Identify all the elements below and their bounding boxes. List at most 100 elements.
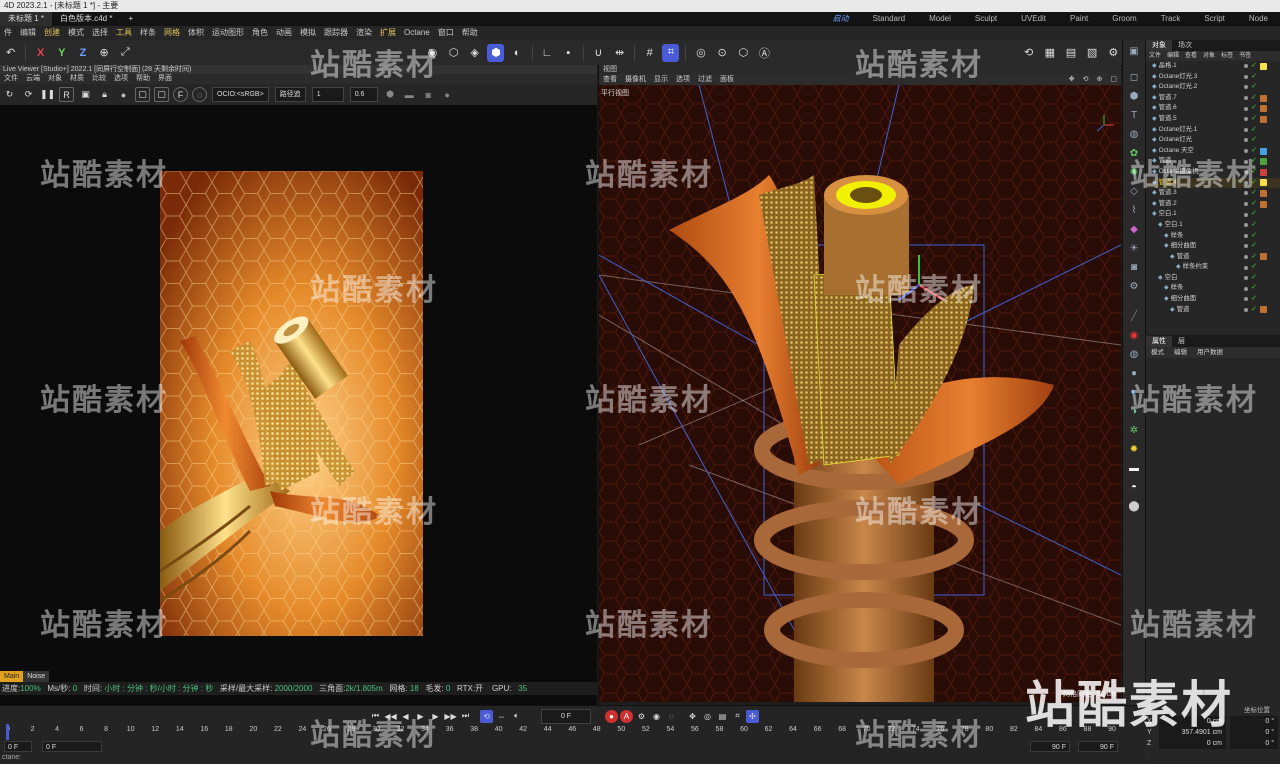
octane-area-light-icon[interactable]: ▬ xyxy=(1126,460,1142,476)
key-move-icon[interactable]: ✥ xyxy=(686,710,699,723)
pause-render-icon[interactable]: ❚❚ xyxy=(40,87,55,102)
coord-z-rotation[interactable]: 0 ° xyxy=(1229,738,1278,749)
go-to-end-icon[interactable]: ⏭ xyxy=(459,710,472,723)
octane-env-icon[interactable]: ◑ xyxy=(1126,403,1142,419)
coordinate-system-icon[interactable]: ⊕ xyxy=(96,44,113,62)
save-image-icon[interactable]: ▬ xyxy=(402,87,417,102)
am-menu-mode[interactable]: 模式 xyxy=(1146,347,1169,358)
object-row[interactable]: ◆ Octane 天空 ✓ xyxy=(1146,146,1280,157)
enable-check-icon[interactable]: ✓ xyxy=(1250,146,1258,157)
octane-scatter-icon[interactable]: ✲ xyxy=(1126,422,1142,438)
layout-tab-uvedit[interactable]: UVEdit xyxy=(1009,12,1058,26)
object-row[interactable]: ◆ 空白.1 ✓ xyxy=(1146,220,1280,231)
menu-octane[interactable]: Octane xyxy=(400,26,434,40)
object-row[interactable]: ◆ 管道 ✓ xyxy=(1146,305,1280,316)
key-position-icon[interactable]: ◉ xyxy=(650,710,663,723)
octane-settings-icon[interactable]: ⬡ xyxy=(735,44,752,62)
playhead[interactable] xyxy=(6,724,9,740)
enable-check-icon[interactable]: ✓ xyxy=(1250,135,1258,146)
object-row[interactable]: ◆ Octane灯光.2 ✓ xyxy=(1146,82,1280,93)
lv-menu-cloud[interactable]: 云端 xyxy=(22,74,44,84)
enable-check-icon[interactable]: ✓ xyxy=(1250,294,1258,305)
menu-mograph[interactable]: 运动图形 xyxy=(208,26,248,40)
octane-sphere-icon[interactable]: ● xyxy=(1126,365,1142,381)
object-row[interactable]: ◆ 管道.6 ✓ xyxy=(1146,103,1280,114)
send-scene-icon[interactable]: ↻ xyxy=(2,87,17,102)
layout-tab-node[interactable]: Node xyxy=(1237,12,1280,26)
undo-icon[interactable]: ↶ xyxy=(2,44,19,62)
lv-menu-objects[interactable]: 对象 xyxy=(44,74,66,84)
visibility-dot-icon[interactable] xyxy=(1244,85,1248,90)
octane-spotlight-icon[interactable]: ◓ xyxy=(1126,479,1142,495)
menu-create[interactable]: 创建 xyxy=(40,26,64,40)
om-menu-object[interactable]: 对象 xyxy=(1200,51,1218,61)
visibility-dot-icon[interactable] xyxy=(1244,159,1248,164)
vp-menu-display[interactable]: 显示 xyxy=(650,74,672,85)
visibility-dot-icon[interactable] xyxy=(1244,180,1248,185)
tab-attributes[interactable]: 属性 xyxy=(1146,336,1172,347)
visibility-dot-icon[interactable] xyxy=(1244,233,1248,238)
edit-render-settings-icon[interactable]: ⚙ xyxy=(1105,44,1122,62)
snapshot-icon[interactable]: ⬢ xyxy=(383,87,398,102)
object-row[interactable]: ◆ 空白 ✓ xyxy=(1146,273,1280,284)
visibility-dot-icon[interactable] xyxy=(1244,202,1248,207)
next-frame-icon[interactable]: ▶ xyxy=(429,710,442,723)
next-key-icon[interactable]: ▶▶ xyxy=(444,710,457,723)
deformer-icon[interactable]: ✺ xyxy=(1126,164,1142,180)
object-row[interactable]: ◆ 晶格.1 ✓ xyxy=(1146,61,1280,72)
key-rotation-icon[interactable]: ◌ xyxy=(665,710,678,723)
octane-sun-icon[interactable]: ✹ xyxy=(1126,441,1142,457)
object-row[interactable]: ◆ 样条 ✓ xyxy=(1146,283,1280,294)
enable-check-icon[interactable]: ✓ xyxy=(1250,220,1258,231)
lv-param-field-1[interactable]: 1 xyxy=(311,87,344,102)
visibility-dot-icon[interactable] xyxy=(1244,286,1248,291)
visibility-dot-icon[interactable] xyxy=(1244,244,1248,249)
visibility-dot-icon[interactable] xyxy=(1244,254,1248,259)
object-row[interactable]: ◆ Octane灯光.3 ✓ xyxy=(1146,72,1280,83)
material-tag-icon[interactable] xyxy=(1260,168,1267,176)
prev-key-icon[interactable]: ◀◀ xyxy=(384,710,397,723)
menu-character[interactable]: 角色 xyxy=(248,26,272,40)
lv-menu-help[interactable]: 帮助 xyxy=(132,74,154,84)
lv-menu-interface[interactable]: 界面 xyxy=(154,74,176,84)
coord-x-position[interactable]: 0 cm xyxy=(1159,716,1226,727)
visibility-dot-icon[interactable] xyxy=(1244,149,1248,154)
axis-mode-icon[interactable]: ∟ xyxy=(539,44,556,62)
menu-file[interactable]: 件 xyxy=(0,26,16,40)
material-tag-icon[interactable] xyxy=(1260,115,1267,123)
go-to-start-icon[interactable]: ⏮ xyxy=(369,710,382,723)
vp-maximize-icon[interactable]: ▢ xyxy=(1106,74,1121,85)
visibility-dot-icon[interactable] xyxy=(1244,191,1248,196)
field-icon[interactable]: ◇ xyxy=(1126,183,1142,199)
end-frame-field[interactable]: 90 F xyxy=(1078,741,1118,752)
current-frame-field[interactable]: 0 F xyxy=(541,708,591,724)
material-tag-icon[interactable] xyxy=(1260,306,1267,314)
layout-tab-sculpt[interactable]: Sculpt xyxy=(963,12,1009,26)
key-interp-icon[interactable]: ✣ xyxy=(746,709,759,723)
visibility-dot-icon[interactable] xyxy=(1244,170,1248,175)
color-picker-icon[interactable]: ● xyxy=(440,87,455,102)
material-tag-icon[interactable] xyxy=(1260,158,1267,166)
coord-y-position[interactable]: 357.4901 cm xyxy=(1159,727,1226,738)
object-row[interactable]: ◆ 管道.4 ✓ xyxy=(1146,177,1280,189)
material-tag-icon[interactable] xyxy=(1260,253,1267,261)
visibility-dot-icon[interactable] xyxy=(1244,74,1248,79)
status-tab-main[interactable]: Main xyxy=(0,671,24,682)
camera-icon[interactable]: ◙ xyxy=(421,87,436,102)
object-row[interactable]: ◆ 管道.7 ✓ xyxy=(1146,93,1280,104)
render-view-icon[interactable]: ▦ xyxy=(1041,44,1058,62)
visibility-dot-icon[interactable] xyxy=(1244,297,1248,302)
preview-end-field[interactable]: 90 F xyxy=(1030,741,1070,752)
object-row[interactable]: ◆ Octane摄像机 ✓ xyxy=(1146,167,1280,178)
om-menu-tags[interactable]: 标签 xyxy=(1218,51,1236,61)
enable-check-icon[interactable]: ✓ xyxy=(1250,262,1258,273)
om-menu-view[interactable]: 查看 xyxy=(1182,51,1200,61)
new-tab-button[interactable]: + xyxy=(120,12,141,26)
am-menu-userdata[interactable]: 用户数据 xyxy=(1192,347,1228,358)
material-tag-icon[interactable] xyxy=(1260,94,1267,102)
cube-icon[interactable]: ◻ xyxy=(1126,69,1142,85)
lv-param-field-2[interactable]: 0.6 xyxy=(349,87,378,102)
key-scale-icon[interactable]: ◎ xyxy=(701,710,714,723)
doc-tab-untitled[interactable]: 未标题 1 * xyxy=(0,12,53,26)
tab-takes[interactable]: 场次 xyxy=(1172,40,1198,51)
